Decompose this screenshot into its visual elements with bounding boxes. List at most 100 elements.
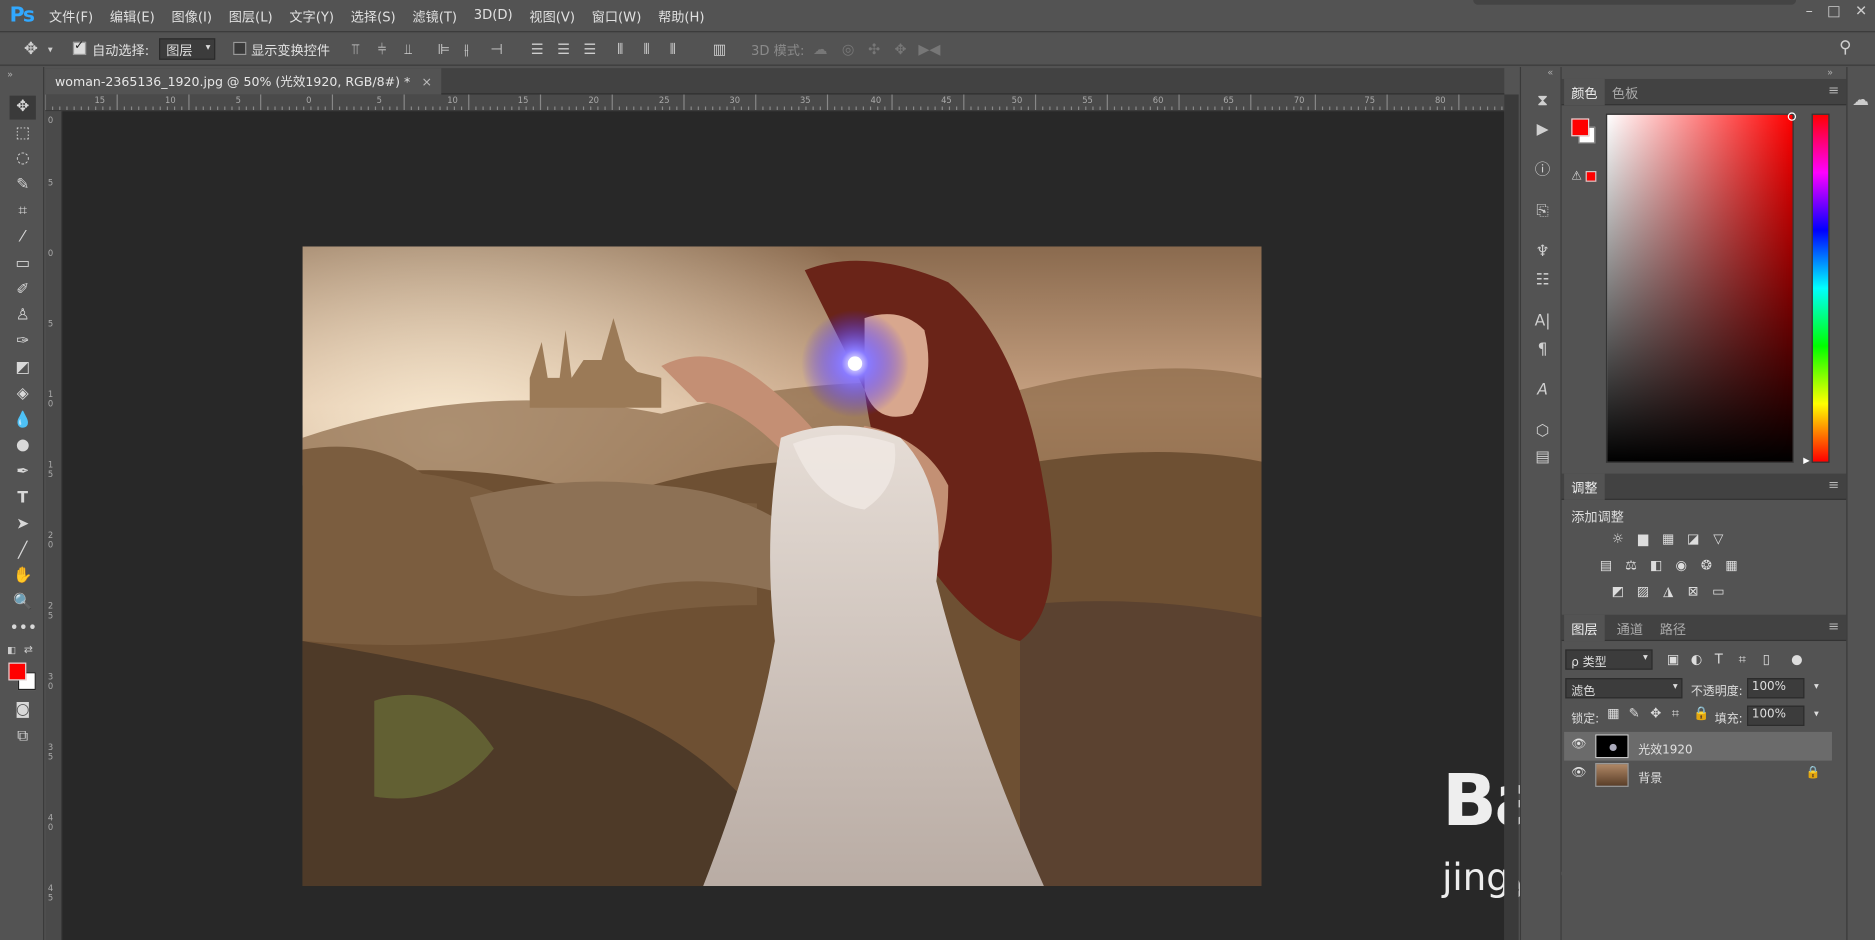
document-image[interactable] [302,246,1262,887]
panel-menu-icon[interactable]: ≡ [1828,83,1839,99]
brush-tool-icon[interactable]: ✐ [10,279,36,303]
filter-pixel-icon[interactable]: ▣ [1667,652,1679,668]
chevron-down-icon[interactable]: ▾ [48,42,53,59]
default-colors-icon[interactable]: ◧ [7,645,16,656]
hue-slider[interactable] [1811,113,1830,463]
brush-settings-icon[interactable]: ♆ [1532,242,1554,264]
hue-saturation-icon[interactable]: ▤ [1598,558,1615,572]
color-lookup-icon[interactable]: ▦ [1723,558,1740,572]
hand-tool-icon[interactable]: ✋ [10,564,36,588]
layer-row[interactable]: 👁 光效1920 [1564,731,1832,761]
auto-select-target-dropdown[interactable]: 图层 ▾ [159,38,216,60]
menu-type[interactable]: 文字(Y) [281,7,342,26]
lock-all-icon[interactable]: 🔒 [1693,706,1709,722]
lock-transparent-icon[interactable]: ▦ [1607,706,1619,722]
exposure-icon[interactable]: ◪ [1685,532,1702,546]
move-tool-icon[interactable]: ✥ [9,95,36,120]
menu-3d[interactable]: 3D(D) [465,7,521,26]
distribute-left-icon[interactable]: ⦀ [617,41,623,58]
3d-orbit-icon[interactable]: ☁ [813,41,827,58]
color-balance-icon[interactable]: ⚖ [1623,558,1640,572]
brightness-icon[interactable]: ☼ [1610,532,1627,546]
tab-color[interactable]: 颜色 [1564,78,1605,106]
3d-slide-icon[interactable]: ✥ [894,41,906,58]
threshold-icon[interactable]: ◮ [1660,584,1677,599]
menu-help[interactable]: 帮助(H) [650,7,713,26]
visibility-eye-icon[interactable]: 👁 [1571,767,1586,780]
swap-colors-icon[interactable]: ⇄ [24,645,33,657]
panel-menu-icon[interactable]: ≡ [1828,618,1839,634]
align-hcenter-icon[interactable]: ⫲ [464,41,469,58]
menu-select[interactable]: 选择(S) [342,7,404,26]
collapse-icon[interactable]: « [1547,67,1553,78]
color-picker-cursor[interactable] [1787,112,1797,121]
levels-icon[interactable]: ▆ [1635,532,1652,546]
color-field[interactable] [1605,113,1794,463]
invert-icon[interactable]: ◩ [1610,584,1627,599]
tab-swatches[interactable]: 色板 [1605,83,1646,105]
posterize-icon[interactable]: ▨ [1635,584,1652,599]
opacity-field[interactable]: 100% ▾ [1747,678,1819,699]
auto-align-icon[interactable]: ▥ [713,41,727,58]
align-bottom-icon[interactable]: ⫫ [404,41,412,58]
filter-type-icon[interactable]: T [1715,652,1723,668]
zoom-tool-icon[interactable]: 🔍 [10,591,36,615]
tab-adjustments[interactable]: 调整 [1564,473,1605,500]
blur-tool-icon[interactable]: 💧 [10,409,36,433]
3d-scale-icon[interactable]: ▶◀ [918,41,940,58]
distribute-top-icon[interactable]: ☰ [531,41,544,58]
close-window-button[interactable]: ✕ [1855,2,1867,19]
healing-brush-tool-icon[interactable]: ▭ [10,252,36,276]
selective-color-icon[interactable]: ⊠ [1685,584,1702,599]
vibrance-icon[interactable]: ▽ [1710,532,1727,546]
actions-play-icon[interactable]: ▶ [1532,120,1554,142]
distribute-vcenter-icon[interactable]: ☰ [557,41,570,58]
minimize-button[interactable]: – [1806,2,1813,19]
pen-tool-icon[interactable]: ✒ [10,460,36,484]
collapse-icon[interactable]: » [1827,67,1833,78]
gradient-map-icon[interactable]: ▭ [1710,584,1727,599]
menu-view[interactable]: 视图(V) [521,7,583,26]
chevron-down-icon[interactable]: ▾ [1814,680,1819,691]
menu-image[interactable]: 图像(I) [163,7,220,26]
close-tab-icon[interactable]: × [421,75,432,89]
document-tab[interactable]: woman-2365136_1920.jpg @ 50% (光效1920, RG… [45,68,442,95]
fill-field[interactable]: 100% ▾ [1747,705,1819,726]
layer-row[interactable]: 👁 背景 🔒 [1564,761,1832,790]
filter-adjustment-icon[interactable]: ◐ [1691,652,1702,668]
vertical-scrollbar[interactable] [1504,94,1519,940]
hue-slider-marker[interactable]: ▶ [1803,456,1809,466]
align-top-icon[interactable]: ⫪ [352,41,360,58]
history-panel-icon[interactable]: ⧗ [1532,91,1554,113]
menu-file[interactable]: 文件(F) [41,7,102,26]
move-tool-icon[interactable]: ✥ [24,41,38,58]
blend-mode-dropdown[interactable]: 滤色 ▾ [1565,678,1683,699]
3d-panel-icon[interactable]: ⬡ [1532,421,1554,443]
search-icon[interactable]: ⚲ [1839,39,1851,56]
screen-mode-icon[interactable]: ⧉ [10,725,36,749]
align-right-icon[interactable]: ⊣ [490,41,502,58]
filter-shape-icon[interactable]: ⌗ [1739,652,1746,669]
eraser-tool-icon[interactable]: ◩ [10,356,36,380]
distribute-bottom-icon[interactable]: ☰ [584,41,597,58]
gamut-color-swatch[interactable] [1585,171,1597,182]
visibility-eye-icon[interactable]: 👁 [1571,738,1586,751]
filter-smart-object-icon[interactable]: ▯ [1763,652,1770,668]
chevron-down-icon[interactable]: ▾ [1814,708,1819,719]
menu-layer[interactable]: 图层(L) [220,7,281,26]
layer-filter-dropdown[interactable]: ρ 类型 ▾ [1565,649,1653,670]
3d-drag-icon[interactable]: ✣ [868,41,880,58]
distribute-right-icon[interactable]: ⦀ [670,41,676,58]
lock-artboard-icon[interactable]: ⌗ [1672,706,1679,723]
lasso-tool-icon[interactable]: ◌ [10,147,36,171]
tab-paths[interactable]: 路径 [1653,618,1694,640]
distribute-hcenter-icon[interactable]: ⦀ [643,41,649,58]
path-select-tool-icon[interactable]: ➤ [10,513,36,537]
line-tool-icon[interactable]: ╱ [10,539,36,563]
clone-stamp-tool-icon[interactable]: ♙ [10,304,36,328]
menu-filter[interactable]: 滤镜(T) [404,7,465,26]
dodge-tool-icon[interactable]: ● [10,434,36,458]
libraries-icon[interactable]: ▤ [1532,447,1554,469]
3d-roll-icon[interactable]: ◎ [842,41,855,58]
curves-icon[interactable]: ▦ [1660,532,1677,546]
